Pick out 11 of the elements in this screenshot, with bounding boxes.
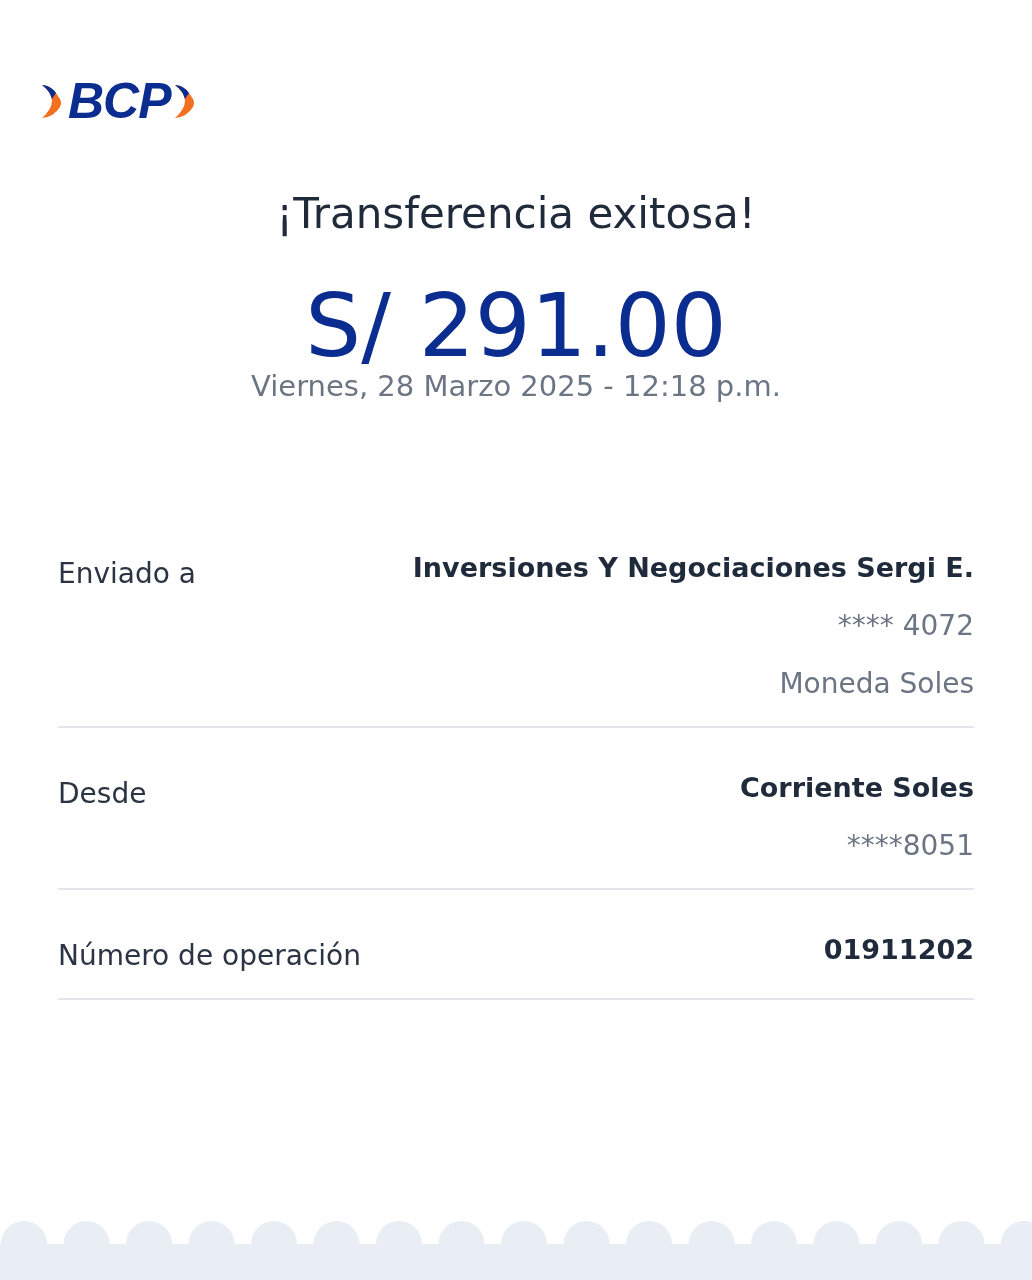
- detail-label: Enviado a: [58, 556, 196, 592]
- detail-value: **** 4072: [837, 608, 974, 644]
- detail-value: Corriente Soles: [739, 771, 974, 805]
- detail-value: ****8051: [846, 828, 974, 864]
- success-title: ¡Transferencia exitosa!: [276, 188, 756, 240]
- detail-value: Inversiones Y Negociaciones Sergi E.: [412, 551, 974, 585]
- detail-label: Número de operación: [58, 938, 361, 974]
- detail-label: Desde: [58, 776, 147, 812]
- detail-value: Moneda Soles: [779, 666, 974, 702]
- detail-value: 01911202: [823, 933, 974, 967]
- logo-text: BCP: [68, 76, 171, 126]
